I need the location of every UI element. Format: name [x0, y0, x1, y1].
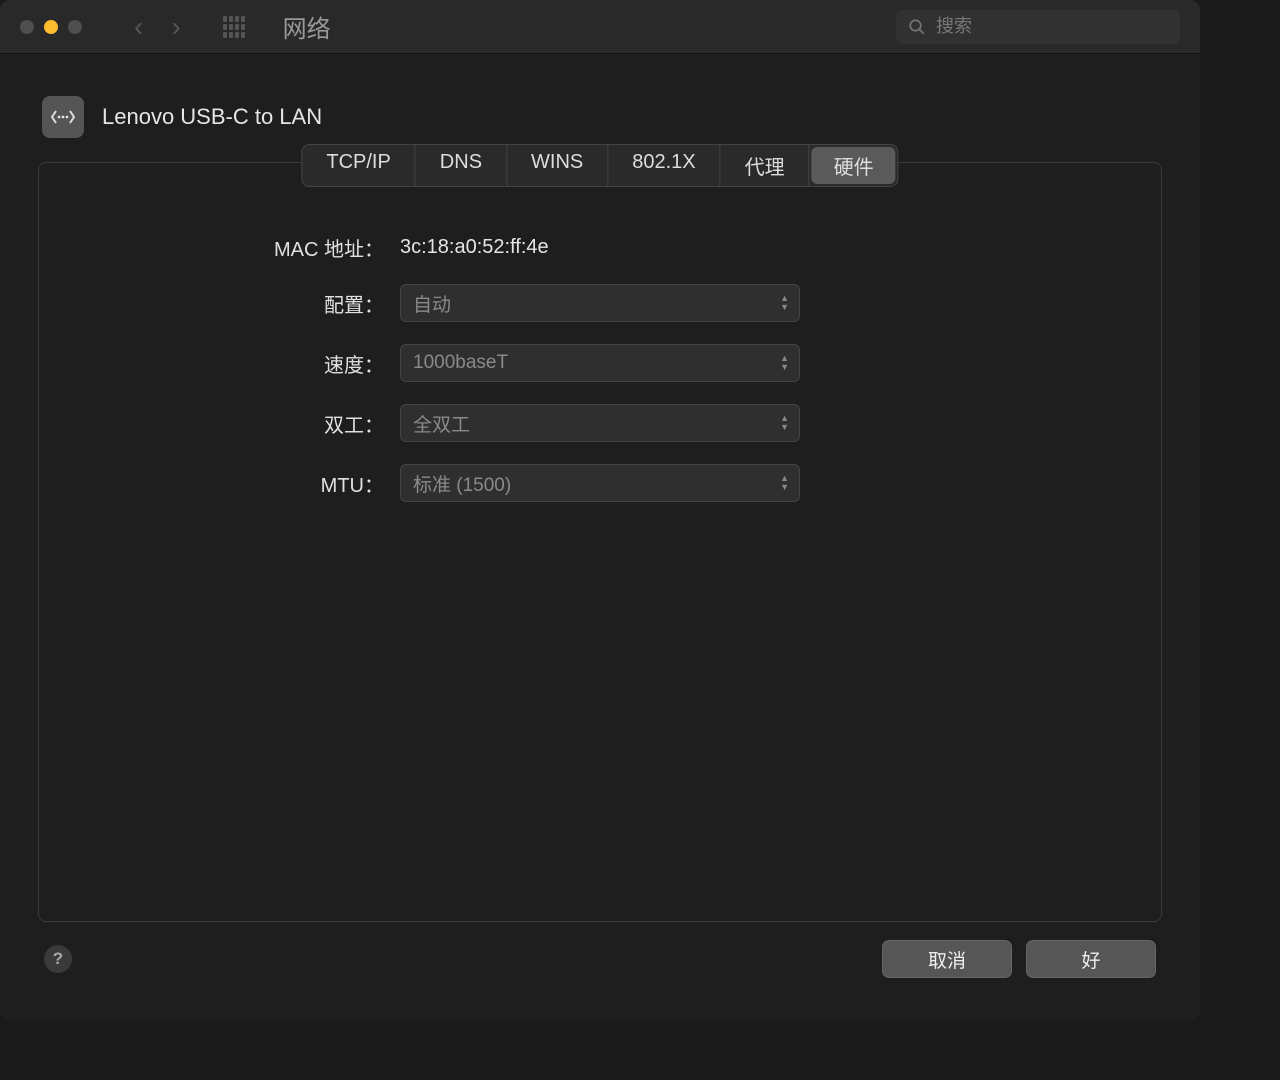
tab-dns[interactable]: DNS — [416, 145, 507, 186]
tab-proxy[interactable]: 代理 — [721, 145, 810, 186]
settings-sheet: Lenovo USB-C to LAN TCP/IP DNS WINS 802.… — [20, 84, 1180, 1000]
tab-content: MAC 地址： 3c:18:a0:52:ff:4e 配置： 自动 ▲▼ 速度： … — [38, 162, 1162, 922]
mtu-label: MTU： — [39, 469, 400, 498]
tab-tcpip[interactable]: TCP/IP — [302, 145, 415, 186]
configure-label: 配置： — [39, 289, 400, 318]
help-button[interactable]: ? — [44, 945, 72, 973]
mtu-select[interactable]: 标准 (1500) ▲▼ — [400, 464, 800, 502]
duplex-select-value: 全双工 — [413, 410, 470, 437]
traffic-lights — [20, 20, 82, 34]
zoom-window-button[interactable] — [68, 20, 82, 34]
mtu-select-value: 标准 (1500) — [413, 470, 511, 497]
preferences-window: ‹ › 网络 — [0, 0, 1200, 1020]
window-title: 网络 — [283, 9, 331, 44]
show-all-icon[interactable] — [223, 16, 245, 38]
forward-button[interactable]: › — [171, 13, 180, 41]
speed-label: 速度： — [39, 349, 400, 378]
hardware-form: MAC 地址： 3c:18:a0:52:ff:4e 配置： 自动 ▲▼ 速度： … — [39, 233, 1161, 502]
back-button[interactable]: ‹ — [134, 13, 143, 41]
chevron-updown-icon: ▲▼ — [780, 414, 789, 432]
close-window-button[interactable] — [20, 20, 34, 34]
footer: ? 取消 好 — [20, 922, 1180, 1000]
cancel-button[interactable]: 取消 — [882, 940, 1012, 978]
speed-select[interactable]: 1000baseT ▲▼ — [400, 344, 800, 382]
speed-select-value: 1000baseT — [413, 352, 508, 374]
ok-button[interactable]: 好 — [1026, 940, 1156, 978]
configure-select[interactable]: 自动 ▲▼ — [400, 284, 800, 322]
ethernet-adapter-icon — [42, 96, 84, 138]
mac-address-label: MAC 地址： — [39, 233, 400, 262]
duplex-label: 双工： — [39, 409, 400, 438]
tab-8021x[interactable]: 802.1X — [608, 145, 720, 186]
minimize-window-button[interactable] — [44, 20, 58, 34]
tab-bar: TCP/IP DNS WINS 802.1X 代理 硬件 — [301, 144, 898, 187]
duplex-select[interactable]: 全双工 ▲▼ — [400, 404, 800, 442]
chevron-updown-icon: ▲▼ — [780, 294, 789, 312]
chevron-updown-icon: ▲▼ — [780, 474, 789, 492]
content-panel: TCP/IP DNS WINS 802.1X 代理 硬件 MAC 地址： 3c:… — [38, 162, 1162, 922]
configure-select-value: 自动 — [413, 290, 451, 317]
chevron-updown-icon: ▲▼ — [780, 354, 789, 372]
search-input[interactable] — [936, 16, 1168, 37]
tab-wins[interactable]: WINS — [507, 145, 608, 186]
search-field-wrap[interactable] — [896, 10, 1180, 44]
search-icon — [908, 18, 926, 36]
mac-address-value: 3c:18:a0:52:ff:4e — [400, 236, 800, 259]
titlebar: ‹ › 网络 — [0, 0, 1200, 54]
adapter-name: Lenovo USB-C to LAN — [102, 104, 322, 130]
tab-hardware[interactable]: 硬件 — [812, 147, 896, 184]
nav-arrows: ‹ › — [134, 13, 181, 41]
